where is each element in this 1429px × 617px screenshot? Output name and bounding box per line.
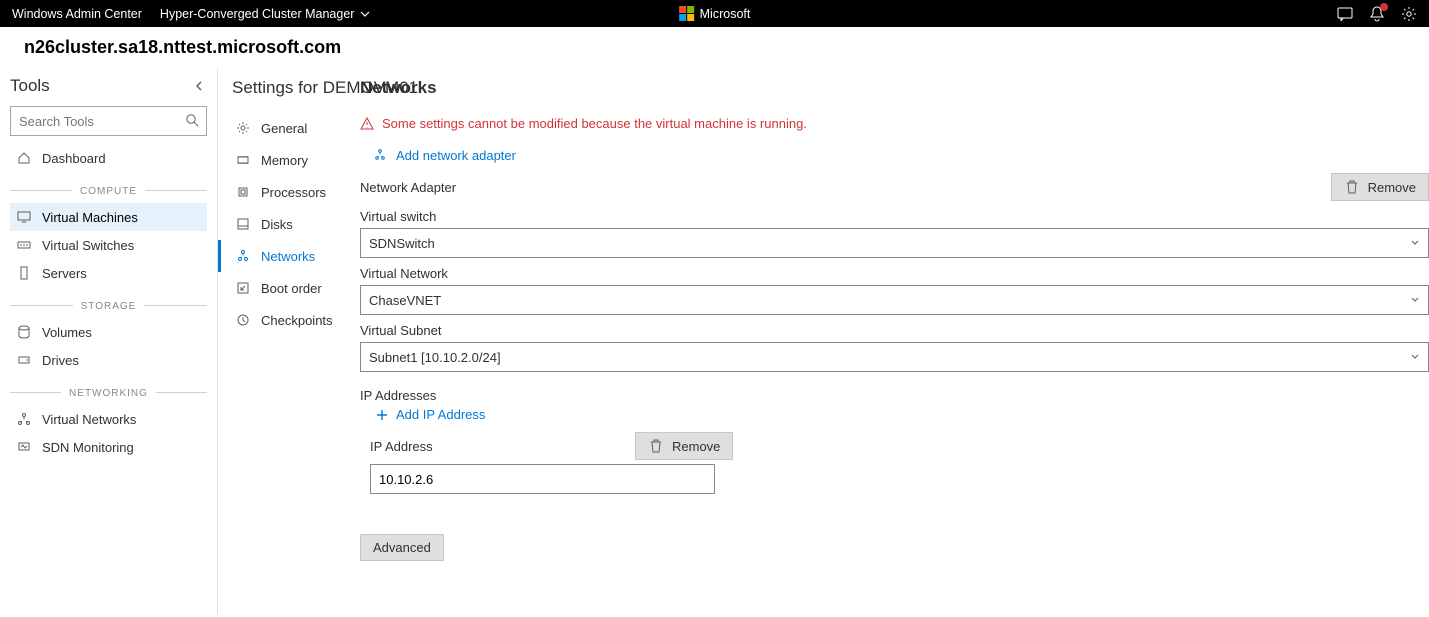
manager-label: Hyper-Converged Cluster Manager (160, 7, 355, 21)
vm-icon (16, 209, 32, 225)
vswitch-label: Virtual Switches (42, 238, 134, 253)
ip-address-input[interactable] (370, 464, 715, 494)
tools-item-volumes[interactable]: Volumes (10, 318, 207, 346)
tools-item-sdn-monitoring[interactable]: SDN Monitoring (10, 433, 207, 461)
search-icon (185, 113, 199, 127)
tools-item-dashboard[interactable]: Dashboard (10, 144, 207, 172)
virtual-subnet-label: Virtual Subnet (360, 323, 1429, 338)
settings-title: Settings for DEMOVM01 (232, 78, 330, 98)
network-adapter-icon (235, 248, 251, 264)
virtual-subnet-value: Subnet1 [10.10.2.0/24] (369, 350, 501, 365)
add-adapter-icon (372, 147, 388, 163)
boot-order-icon (235, 280, 251, 296)
tools-item-servers[interactable]: Servers (10, 259, 207, 287)
section-networking: NETWORKING (10, 384, 207, 399)
virtual-network-value: ChaseVNET (369, 293, 441, 308)
cpu-icon (235, 184, 251, 200)
volume-icon (16, 324, 32, 340)
add-network-adapter-button[interactable]: Add network adapter (372, 147, 516, 163)
section-compute: COMPUTE (10, 182, 207, 197)
tools-item-virtual-switches[interactable]: Virtual Switches (10, 231, 207, 259)
drives-label: Drives (42, 353, 79, 368)
settings-item-memory[interactable]: Memory (218, 144, 330, 176)
microsoft-logo-icon (679, 6, 694, 21)
add-ip-address-button[interactable]: Add IP Address (376, 407, 485, 422)
collapse-chevron-icon[interactable] (191, 78, 207, 94)
chevron-down-icon (360, 9, 370, 19)
tools-item-drives[interactable]: Drives (10, 346, 207, 374)
remove-ip-button[interactable]: Remove (635, 432, 733, 460)
switch-icon (16, 237, 32, 253)
section-storage: STORAGE (10, 297, 207, 312)
virtual-subnet-select[interactable]: Subnet1 [10.10.2.0/24] (360, 342, 1429, 372)
ip-address-label: IP Address (370, 439, 625, 454)
search-tools-wrap (10, 106, 207, 136)
disk-icon (235, 216, 251, 232)
notification-badge (1380, 3, 1388, 11)
sdn-label: SDN Monitoring (42, 440, 134, 455)
trash-icon (1344, 179, 1360, 195)
settings-item-general[interactable]: General (218, 112, 330, 144)
virtual-switch-select[interactable]: SDNSwitch (360, 228, 1429, 258)
settings-item-disks[interactable]: Disks (218, 208, 330, 240)
checkpoint-icon (235, 312, 251, 328)
settings-item-networks[interactable]: Networks (218, 240, 330, 272)
tools-item-virtual-machines[interactable]: Virtual Machines (10, 203, 207, 231)
virtual-network-select[interactable]: ChaseVNET (360, 285, 1429, 315)
main-content: Networks Some settings cannot be modifie… (338, 68, 1429, 614)
virtual-switch-value: SDNSwitch (369, 236, 435, 251)
ip-addresses-label: IP Addresses (360, 388, 1429, 403)
settings-item-boot-order[interactable]: Boot order (218, 272, 330, 304)
advanced-button[interactable]: Advanced (360, 534, 444, 561)
dashboard-label: Dashboard (42, 151, 106, 166)
feedback-icon[interactable] (1337, 6, 1353, 22)
manager-dropdown[interactable]: Hyper-Converged Cluster Manager (160, 7, 371, 21)
monitor-icon (16, 439, 32, 455)
tools-sidebar: Tools Dashboard COMPUTE Virtual Machines… (0, 68, 218, 614)
cluster-name: n26cluster.sa18.nttest.microsoft.com (0, 27, 1429, 68)
virtual-switch-label: Virtual switch (360, 209, 1429, 224)
volumes-label: Volumes (42, 325, 92, 340)
top-bar: Windows Admin Center Hyper-Converged Clu… (0, 0, 1429, 27)
brand: Microsoft (679, 6, 751, 21)
warning-message: Some settings cannot be modified because… (360, 116, 1429, 131)
tools-title: Tools (10, 76, 50, 96)
network-adapter-label: Network Adapter (360, 180, 456, 195)
wac-link[interactable]: Windows Admin Center (12, 7, 142, 21)
network-icon (16, 411, 32, 427)
settings-item-checkpoints[interactable]: Checkpoints (218, 304, 330, 336)
trash-icon (648, 438, 664, 454)
networks-heading: Networks (360, 78, 1429, 98)
settings-gear-icon[interactable] (1401, 6, 1417, 22)
servers-label: Servers (42, 266, 87, 281)
warning-icon (360, 117, 374, 131)
home-icon (16, 150, 32, 166)
notification-bell-icon[interactable] (1369, 6, 1385, 22)
remove-adapter-button[interactable]: Remove (1331, 173, 1429, 201)
vm-label: Virtual Machines (42, 210, 138, 225)
tools-item-virtual-networks[interactable]: Virtual Networks (10, 405, 207, 433)
virtual-network-label: Virtual Network (360, 266, 1429, 281)
brand-label: Microsoft (700, 7, 751, 21)
warning-text: Some settings cannot be modified because… (382, 116, 807, 131)
memory-icon (235, 152, 251, 168)
gear-icon (235, 120, 251, 136)
settings-item-processors[interactable]: Processors (218, 176, 330, 208)
settings-nav: Settings for DEMOVM01 General Memory Pro… (218, 68, 338, 614)
chevron-down-icon (1410, 352, 1420, 362)
vnet-label: Virtual Networks (42, 412, 136, 427)
chevron-down-icon (1410, 295, 1420, 305)
search-tools-input[interactable] (10, 106, 207, 136)
drive-icon (16, 352, 32, 368)
server-icon (16, 265, 32, 281)
chevron-down-icon (1410, 238, 1420, 248)
plus-icon (376, 409, 388, 421)
